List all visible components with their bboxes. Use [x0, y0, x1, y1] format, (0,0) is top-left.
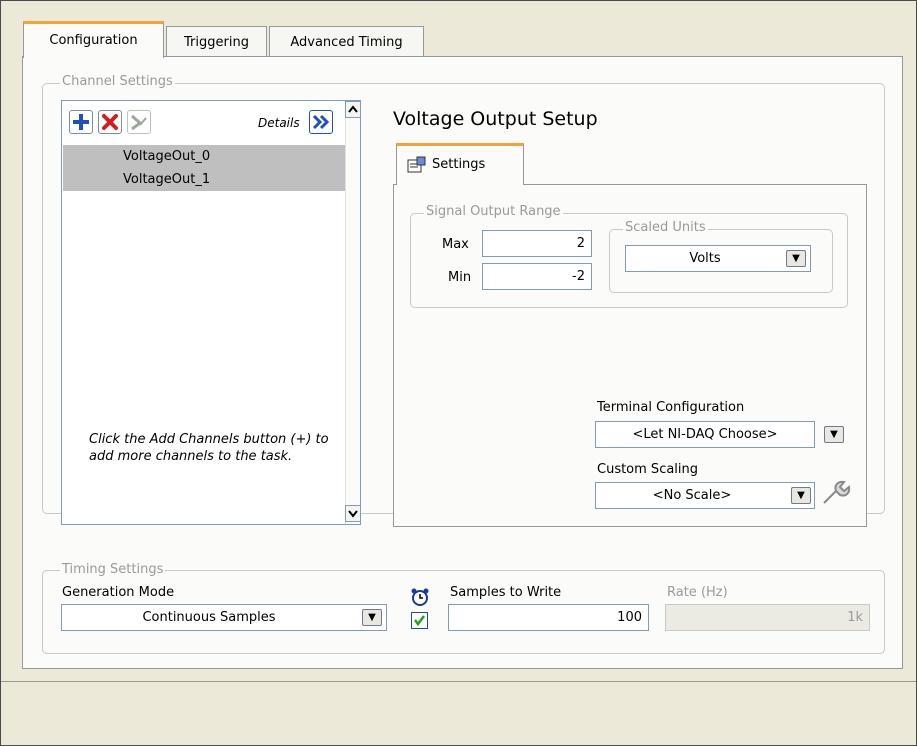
max-input[interactable]: 2	[482, 230, 592, 257]
details-label: Details	[258, 116, 300, 130]
details-expand-button[interactable]	[309, 110, 333, 134]
generation-mode-label: Generation Mode	[62, 585, 175, 600]
channel-rename-icon	[131, 114, 147, 131]
chevron-down-icon[interactable]: ▼	[362, 609, 382, 626]
scaled-units-legend: Scaled Units	[623, 220, 708, 235]
chevron-down-icon[interactable]: ▼	[791, 487, 811, 504]
alarm-clock-icon	[411, 588, 429, 606]
rename-channel-button[interactable]	[127, 110, 151, 134]
tab-advanced-timing[interactable]: Advanced Timing	[269, 26, 424, 57]
plus-icon	[73, 114, 89, 130]
add-channel-button[interactable]	[69, 110, 93, 134]
custom-scaling-select[interactable]: <No Scale> ▼	[595, 482, 815, 509]
min-label: Min	[448, 270, 472, 285]
checkmark-icon	[414, 615, 425, 627]
generation-mode-select[interactable]: Continuous Samples ▼	[61, 604, 387, 631]
voltage-output-setup-title: Voltage Output Setup	[393, 108, 598, 130]
terminal-configuration-dropdown-button[interactable]: ▼	[824, 426, 844, 443]
timing-settings-legend: Timing Settings	[60, 562, 166, 577]
settings-icon	[407, 156, 426, 173]
chevron-down-icon	[348, 510, 358, 518]
channel-settings-legend: Channel Settings	[60, 74, 175, 89]
max-label: Max	[442, 237, 469, 252]
list-item[interactable]: VoltageOut_1	[63, 168, 345, 191]
tab-configuration[interactable]: Configuration	[23, 21, 164, 58]
vertical-scrollbar[interactable]	[345, 101, 361, 524]
custom-scaling-label: Custom Scaling	[597, 462, 699, 477]
add-channels-hint: Click the Add Channels button (+) to add…	[89, 432, 329, 464]
terminal-configuration-select[interactable]: <Let NI-DAQ Choose>	[595, 421, 815, 448]
scroll-down-button[interactable]	[345, 505, 361, 522]
double-chevron-right-icon	[312, 114, 330, 130]
bottom-bar	[1, 681, 916, 745]
samples-to-write-label: Samples to Write	[450, 585, 562, 600]
wrench-icon[interactable]	[820, 479, 854, 507]
chevron-down-icon[interactable]: ▼	[786, 250, 806, 267]
red-x-icon	[102, 114, 118, 130]
tab-triggering[interactable]: Triggering	[166, 26, 267, 57]
scroll-up-button[interactable]	[345, 101, 361, 118]
signal-output-range-legend: Signal Output Range	[424, 204, 563, 219]
rate-label: Rate (Hz)	[667, 585, 728, 600]
rate-input: 1k	[665, 604, 870, 631]
channel-list[interactable]: Details VoltageOut_0 VoltageOut_1 Click …	[61, 100, 361, 525]
remove-channel-button[interactable]	[98, 110, 122, 134]
scaled-units-select[interactable]: Volts ▼	[625, 245, 811, 272]
samples-to-write-input[interactable]: 100	[448, 604, 649, 631]
min-input[interactable]: -2	[482, 263, 592, 290]
terminal-configuration-label: Terminal Configuration	[597, 400, 745, 415]
list-item[interactable]: VoltageOut_0	[63, 145, 345, 168]
samples-auto-checkbox[interactable]	[411, 612, 428, 629]
chevron-up-icon	[348, 105, 358, 113]
tab-settings[interactable]: Settings	[396, 143, 524, 185]
